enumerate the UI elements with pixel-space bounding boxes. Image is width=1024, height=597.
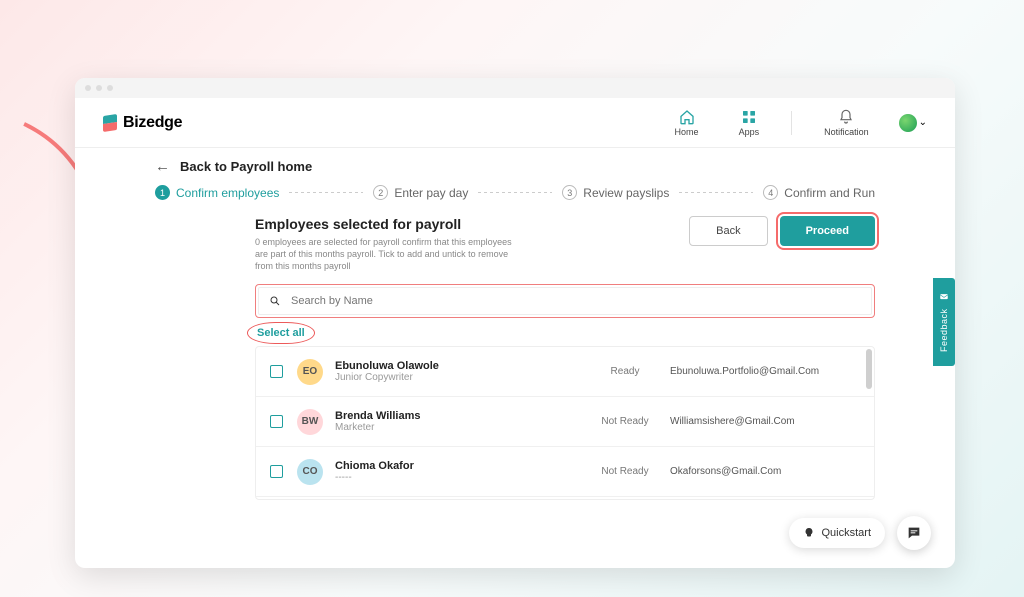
chat-icon: [906, 525, 922, 541]
avatar-initials: EO: [303, 366, 317, 377]
search-highlight: [255, 284, 875, 318]
nav-notification-label: Notification: [824, 127, 869, 137]
feedback-label: Feedback: [939, 308, 949, 352]
feedback-icon: [939, 292, 949, 302]
locale-switcher[interactable]: ⌄: [899, 114, 927, 132]
step-label: Confirm employees: [176, 186, 279, 200]
step-number: 2: [373, 185, 388, 200]
step-confirm-and-run[interactable]: 4 Confirm and Run: [763, 185, 875, 200]
list-item[interactable]: EO Ebunoluwa Olawole Junior Copywriter R…: [256, 347, 874, 397]
chat-button[interactable]: [897, 516, 931, 550]
window-titlebar: [75, 78, 955, 98]
back-button-label: Back: [716, 225, 740, 237]
search-icon: [269, 295, 281, 307]
avatar: CO: [297, 459, 323, 485]
step-number: 4: [763, 185, 778, 200]
brand-name: Bizedge: [123, 114, 182, 132]
checkbox[interactable]: [270, 415, 283, 428]
step-connector: [289, 192, 363, 193]
search-input[interactable]: [291, 295, 861, 307]
checkbox[interactable]: [270, 465, 283, 478]
step-connector: [679, 192, 753, 193]
home-icon: [679, 109, 695, 125]
nav-home[interactable]: Home: [675, 109, 699, 137]
feedback-tab[interactable]: Feedback: [933, 278, 955, 366]
employee-list: EO Ebunoluwa Olawole Junior Copywriter R…: [255, 346, 875, 500]
list-item[interactable]: BW Brenda Williams Marketer Not Ready Wi…: [256, 397, 874, 447]
window-dot: [85, 85, 91, 91]
scrollbar-thumb[interactable]: [866, 349, 872, 389]
step-connector: [478, 192, 552, 193]
employee-email: Okaforsons@Gmail.Com: [670, 466, 860, 477]
step-number: 1: [155, 185, 170, 200]
employee-email: Ebunoluwa.Portfolio@Gmail.Com: [670, 366, 860, 377]
select-all-link[interactable]: Select all: [255, 326, 307, 340]
step-label: Review payslips: [583, 186, 669, 200]
employee-name: Chioma Okafor: [335, 460, 414, 472]
lightbulb-icon: [803, 527, 815, 539]
employee-role: Junior Copywriter: [335, 372, 439, 383]
employee-status: Not Ready: [580, 416, 670, 427]
section-title: Employees selected for payroll: [255, 216, 515, 232]
step-review-payslips[interactable]: 3 Review payslips: [562, 185, 669, 200]
globe-icon: [899, 114, 917, 132]
app-window: Bizedge Home Apps Notification ⌄: [75, 78, 955, 568]
list-item[interactable]: CO Chioma Okafor ----- Not Ready Okafors…: [256, 447, 874, 497]
nav-separator: [791, 111, 792, 135]
back-to-payroll-home[interactable]: ← Back to Payroll home: [155, 158, 875, 175]
header-nav: Home Apps Notification: [675, 109, 869, 137]
section-subtitle: 0 employees are selected for payroll con…: [255, 236, 515, 272]
select-all-label-text: Select all: [257, 327, 305, 339]
nav-apps-label: Apps: [739, 127, 760, 137]
step-enter-pay-day[interactable]: 2 Enter pay day: [373, 185, 468, 200]
step-label: Enter pay day: [394, 186, 468, 200]
quickstart-button[interactable]: Quickstart: [789, 518, 885, 548]
proceed-button-label: Proceed: [806, 225, 849, 237]
employee-name: Brenda Williams: [335, 410, 420, 422]
app-header: Bizedge Home Apps Notification ⌄: [75, 98, 955, 148]
avatar: BW: [297, 409, 323, 435]
step-confirm-employees[interactable]: 1 Confirm employees: [155, 185, 279, 200]
bell-icon: [838, 109, 854, 125]
employee-status: Ready: [580, 366, 670, 377]
window-dot: [107, 85, 113, 91]
employee-status: Not Ready: [580, 466, 670, 477]
step-number: 3: [562, 185, 577, 200]
avatar-initials: BW: [302, 416, 319, 427]
chevron-down-icon: ⌄: [919, 117, 927, 128]
checkbox[interactable]: [270, 365, 283, 378]
back-button[interactable]: Back: [689, 216, 767, 246]
brand-logo[interactable]: Bizedge: [103, 114, 182, 132]
apps-icon: [741, 109, 757, 125]
nav-apps[interactable]: Apps: [739, 109, 760, 137]
employee-role: Marketer: [335, 422, 420, 433]
window-dot: [96, 85, 102, 91]
avatar-initials: CO: [303, 466, 318, 477]
scrollbar[interactable]: [866, 349, 872, 497]
employee-email: Williamsishere@Gmail.Com: [670, 416, 860, 427]
employee-role: -----: [335, 472, 414, 483]
nav-home-label: Home: [675, 127, 699, 137]
back-link-label: Back to Payroll home: [180, 159, 312, 174]
quickstart-label: Quickstart: [821, 527, 871, 539]
nav-notification[interactable]: Notification: [824, 109, 869, 137]
wizard-stepper: 1 Confirm employees 2 Enter pay day 3 Re…: [155, 185, 875, 200]
avatar: EO: [297, 359, 323, 385]
logo-mark-icon: [103, 115, 117, 131]
step-label: Confirm and Run: [784, 186, 875, 200]
proceed-button[interactable]: Proceed: [780, 216, 875, 246]
employee-name: Ebunoluwa Olawole: [335, 360, 439, 372]
arrow-left-icon: ←: [155, 158, 170, 175]
